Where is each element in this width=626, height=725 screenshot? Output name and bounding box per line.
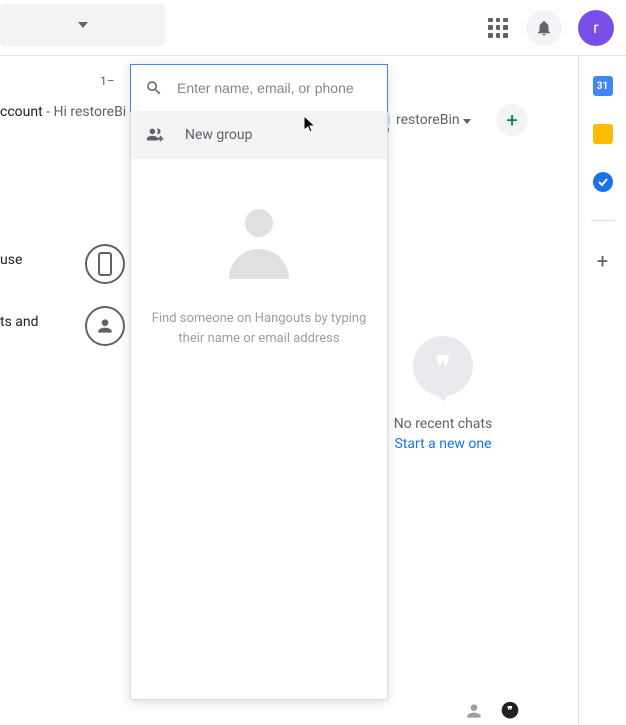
new-conversation-popup: New group Find someone on Hangouts by ty… xyxy=(130,64,388,700)
svg-text:❞: ❞ xyxy=(507,706,512,717)
user-name-dropdown[interactable]: restoreBin xyxy=(396,112,471,128)
divider xyxy=(591,220,615,221)
new-group-label: New group xyxy=(185,127,252,143)
bell-icon xyxy=(535,19,553,37)
bottom-tabs: ❞ xyxy=(464,701,520,721)
email-subject: ccount xyxy=(0,104,43,120)
person-icon-button[interactable] xyxy=(85,306,125,346)
search-input[interactable] xyxy=(177,80,373,96)
side-panel: + xyxy=(578,56,626,725)
email-preview: - Hi restoreBi xyxy=(43,104,127,120)
calendar-addon[interactable] xyxy=(593,76,613,96)
phone-icon xyxy=(97,252,113,276)
chevron-down-icon xyxy=(463,119,471,124)
add-addon-button[interactable]: + xyxy=(597,249,608,273)
person-icon xyxy=(95,316,115,336)
text-fragment: ts and xyxy=(0,314,39,330)
phone-icon-button[interactable] xyxy=(85,244,125,284)
hangouts-icon: ❞ xyxy=(413,336,473,396)
new-group-button[interactable]: New group xyxy=(131,111,387,159)
new-chat-button[interactable]: + xyxy=(496,104,528,136)
account-avatar[interactable]: r xyxy=(578,10,614,46)
hangouts-tab-icon[interactable]: ❞ xyxy=(500,701,520,721)
tasks-addon[interactable] xyxy=(593,172,613,192)
search-row xyxy=(130,64,388,112)
empty-state: Find someone on Hangouts by typing their… xyxy=(131,209,387,348)
contacts-tab-icon[interactable] xyxy=(464,701,484,721)
notifications-button[interactable] xyxy=(526,10,562,46)
text-fragment: use xyxy=(0,252,22,268)
empty-state-text: Find someone on Hangouts by typing their… xyxy=(151,309,367,348)
check-icon xyxy=(597,176,609,188)
chevron-down-icon xyxy=(78,20,88,30)
keep-addon[interactable] xyxy=(593,124,613,144)
person-placeholder-icon xyxy=(224,209,294,279)
group-add-icon xyxy=(145,126,167,144)
category-dropdown[interactable] xyxy=(0,4,165,46)
search-icon xyxy=(145,79,163,97)
email-row[interactable]: ccount - Hi restoreBi xyxy=(0,104,126,120)
pagination-text: 1– xyxy=(100,74,115,88)
google-apps-button[interactable] xyxy=(486,16,510,40)
